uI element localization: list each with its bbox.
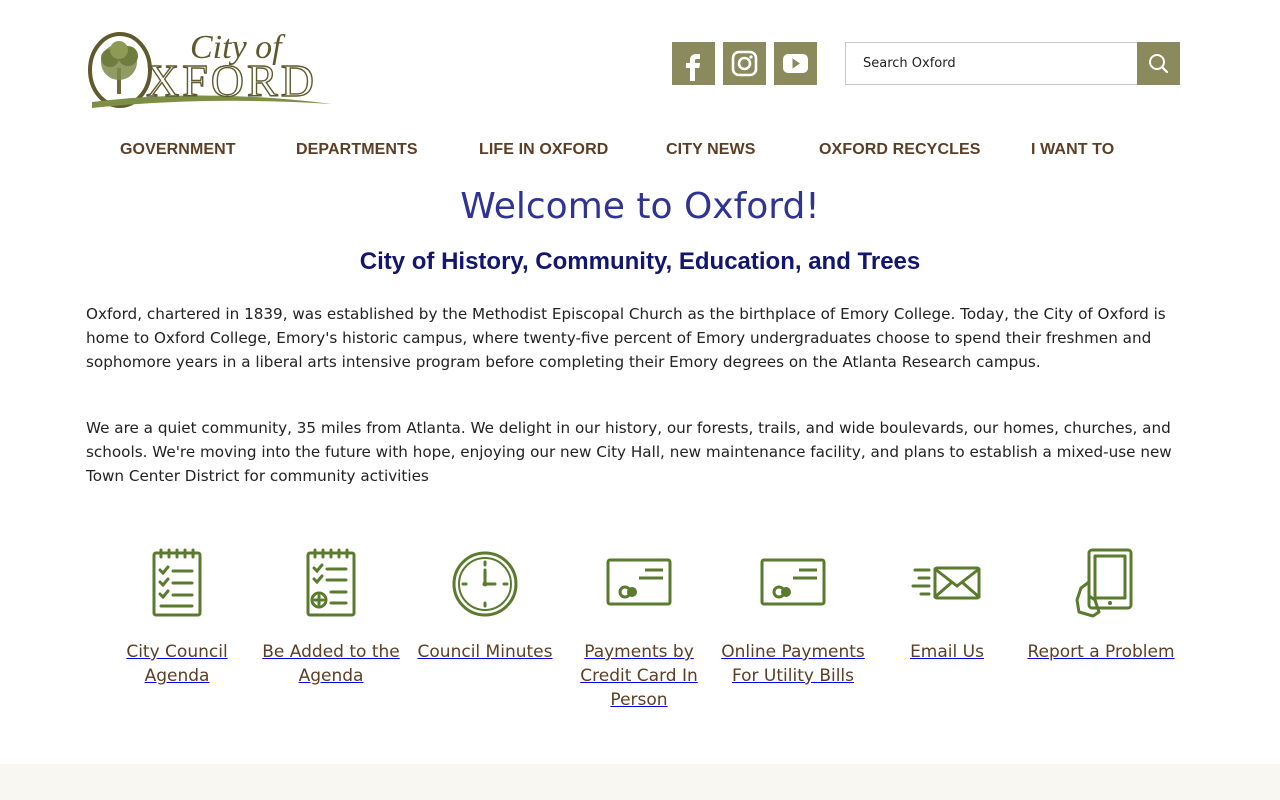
- quick-link-report-problem[interactable]: Report a Problem: [1024, 548, 1178, 664]
- notepad-checklist-icon: [152, 548, 202, 617]
- instagram-icon: [731, 50, 758, 77]
- youtube-icon: [783, 54, 808, 73]
- quick-link-council-minutes[interactable]: Council Minutes: [408, 548, 562, 664]
- facebook-link[interactable]: [672, 42, 715, 85]
- quick-link-label: Payments by Credit Card In Person: [580, 642, 698, 710]
- quick-link-email-us[interactable]: Email Us: [870, 548, 1024, 664]
- city-of-oxford-logo[interactable]: City of XFORD: [86, 18, 336, 114]
- quick-links: City Council Agenda Be Added to the Agen…: [100, 548, 1180, 728]
- logo-wordmark: XFORD: [146, 55, 317, 106]
- social-links: [672, 42, 817, 85]
- intro-paragraph-1: Oxford, chartered in 1839, was establish…: [86, 305, 1166, 371]
- quick-link-payments-credit-card[interactable]: Payments by Credit Card In Person: [562, 548, 716, 712]
- quick-link-label: Report a Problem: [1027, 642, 1175, 662]
- search-box: [845, 42, 1180, 85]
- quick-link-label: Email Us: [910, 642, 984, 662]
- nav-departments[interactable]: DEPARTMENTS: [296, 141, 418, 159]
- tablet-hand-icon: [1075, 548, 1133, 618]
- search-icon: [1149, 54, 1169, 74]
- quick-link-online-utility-payments[interactable]: Online Payments For Utility Bills: [716, 548, 870, 688]
- nav-life-in-oxford[interactable]: LIFE IN OXFORD: [479, 141, 608, 159]
- notepad-add-icon: [306, 548, 356, 617]
- search-button[interactable]: [1137, 42, 1180, 85]
- credit-card-icon: [606, 558, 672, 606]
- quick-link-label: Be Added to the Agenda: [262, 642, 400, 686]
- facebook-icon: [686, 54, 700, 81]
- quick-link-label: City Council Agenda: [126, 642, 228, 686]
- nav-oxford-recycles[interactable]: OXFORD RECYCLES: [819, 141, 981, 159]
- main-nav: GOVERNMENT DEPARTMENTS LIFE IN OXFORD CI…: [86, 141, 1194, 167]
- page-subtitle: City of History, Community, Education, a…: [359, 248, 921, 275]
- page-title: Welcome to Oxford!: [460, 186, 820, 227]
- search-input[interactable]: [846, 43, 1138, 84]
- credit-card-icon: [760, 558, 826, 606]
- clock-icon: [452, 551, 518, 617]
- quick-link-be-added-to-agenda[interactable]: Be Added to the Agenda: [254, 548, 408, 688]
- site-header: City of XFORD: [0, 0, 1280, 130]
- quick-link-city-council-agenda[interactable]: City Council Agenda: [100, 548, 254, 688]
- nav-government[interactable]: GOVERNMENT: [120, 141, 236, 159]
- footer-band: [0, 764, 1280, 800]
- nav-i-want-to[interactable]: I WANT TO: [1031, 141, 1114, 159]
- quick-link-label: Council Minutes: [417, 642, 553, 662]
- instagram-link[interactable]: [723, 42, 766, 85]
- quick-link-label: Online Payments For Utility Bills: [721, 642, 865, 686]
- nav-city-news[interactable]: CITY NEWS: [666, 141, 756, 159]
- youtube-link[interactable]: [774, 42, 817, 85]
- logo-graphic: City of XFORD: [88, 29, 332, 108]
- email-envelope-icon: [911, 566, 981, 600]
- intro-paragraph-2: We are a quiet community, 35 miles from …: [86, 419, 1172, 485]
